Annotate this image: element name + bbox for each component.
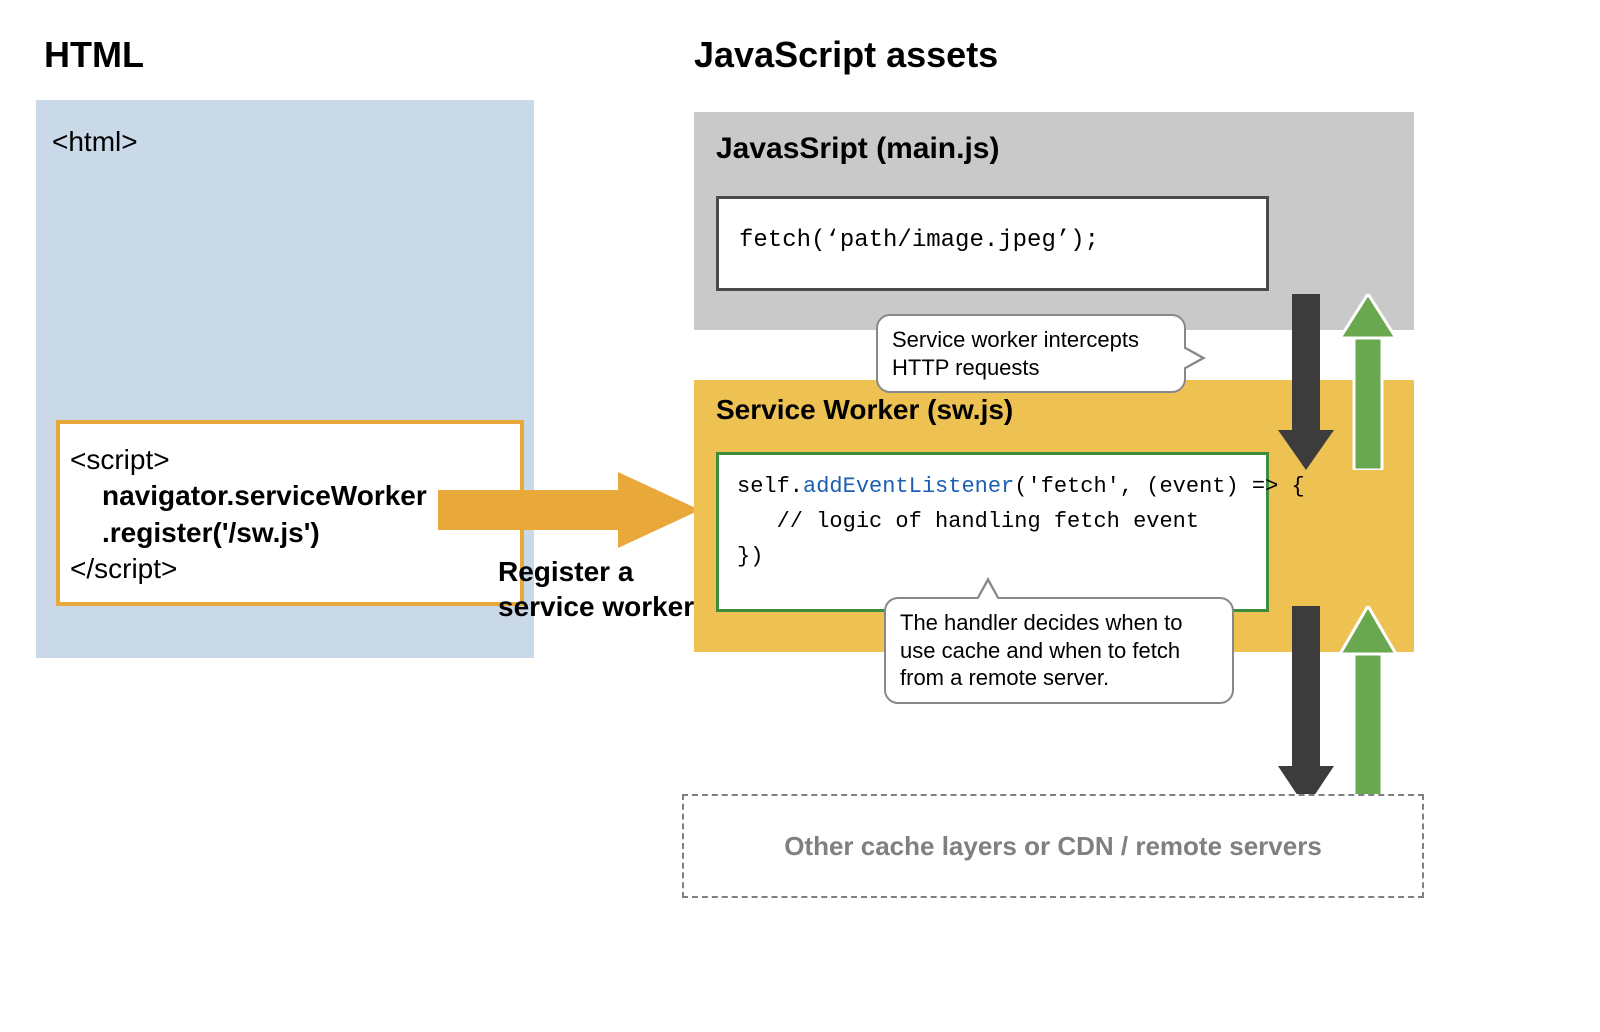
sw-code-rest: ('fetch', (event) => { xyxy=(1014,474,1304,499)
register-label-line2: service worker xyxy=(498,591,694,622)
bubble-handler-text: The handler decides when to use cache an… xyxy=(900,610,1183,690)
arrow-down-upper-icon xyxy=(1278,294,1334,470)
sw-code-fn: addEventListener xyxy=(803,474,1014,499)
sw-code-comment: // logic of handling fetch event xyxy=(737,509,1199,534)
sw-code-close: }) xyxy=(737,544,763,569)
script-close-tag: </script> xyxy=(70,551,510,587)
register-arrow-icon xyxy=(438,472,700,548)
mainjs-label: JavasSript (main.js) xyxy=(716,132,999,166)
arrow-up-upper-icon xyxy=(1340,294,1396,470)
bubble-intercept-text: Service worker intercepts HTTP requests xyxy=(892,327,1139,380)
service-worker-label: Service Worker (sw.js) xyxy=(716,394,1013,426)
html-open-tag: <html> xyxy=(52,126,138,158)
cache-label: Other cache layers or CDN / remote serve… xyxy=(784,831,1322,862)
heading-html: HTML xyxy=(44,34,144,76)
cache-layers-box: Other cache layers or CDN / remote serve… xyxy=(682,794,1424,898)
fetch-code: fetch(‘path/image.jpeg’); xyxy=(739,227,1099,254)
arrow-down-lower-icon xyxy=(1278,606,1334,808)
diagram: HTML JavaScript assets <html> <script> n… xyxy=(0,0,1600,1032)
heading-js-assets: JavaScript assets xyxy=(694,34,998,76)
register-label: Register a service worker xyxy=(498,554,694,624)
bubble-intercept: Service worker intercepts HTTP requests xyxy=(876,314,1186,393)
fetch-code-box: fetch(‘path/image.jpeg’); xyxy=(716,196,1269,291)
sw-code-prefix: self. xyxy=(737,474,803,499)
register-label-line1: Register a xyxy=(498,556,633,587)
bubble-handler: The handler decides when to use cache an… xyxy=(884,597,1234,704)
arrow-up-lower-icon xyxy=(1340,606,1396,808)
